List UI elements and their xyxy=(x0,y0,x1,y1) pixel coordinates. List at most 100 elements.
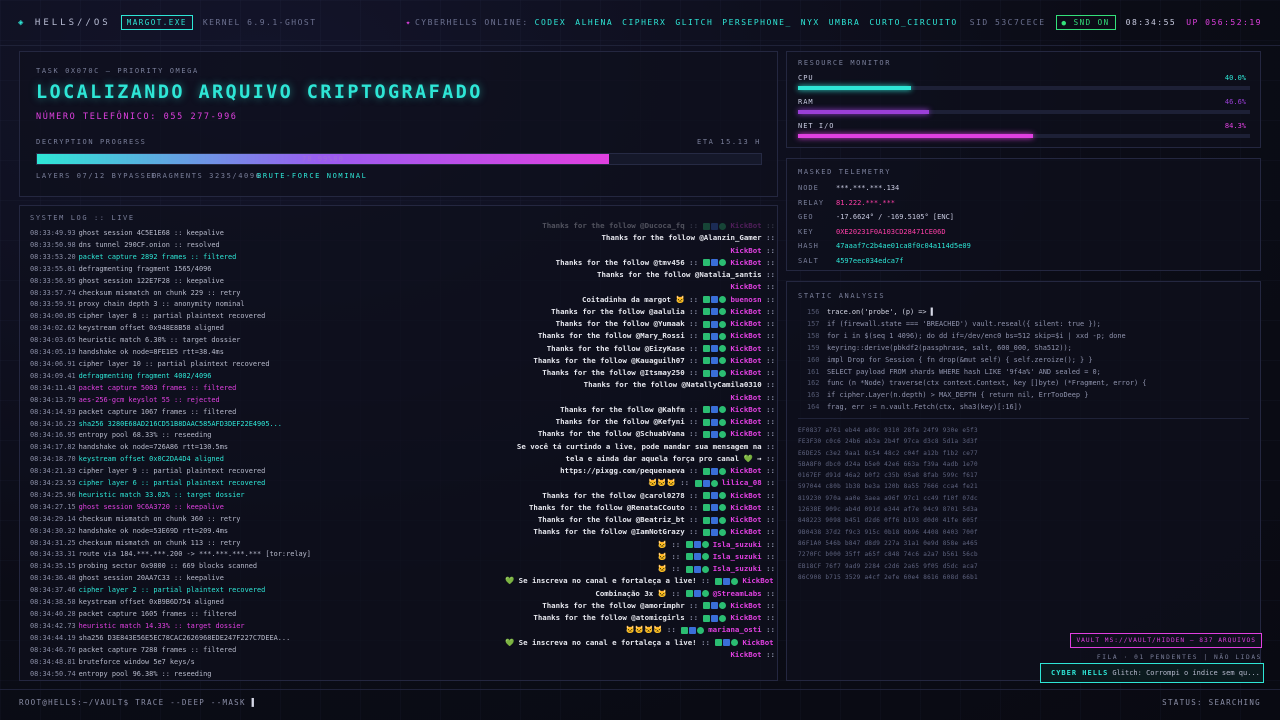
chat-username[interactable]: KickBot xyxy=(730,515,761,524)
telemetry-row: RELAY 81.222.***.*** xyxy=(798,196,971,211)
chat-username[interactable]: KickBot xyxy=(730,319,761,328)
verified-icon xyxy=(719,357,727,365)
line-number: 161 xyxy=(807,367,820,376)
chat-message: KickBot :: xyxy=(505,649,775,661)
telemetry-value: -17.6624° / -169.5105° [ENC] xyxy=(836,213,955,222)
user-chip[interactable]: MARGOT.EXE xyxy=(120,15,193,30)
chat-username[interactable]: KickBot xyxy=(730,282,761,291)
log-time: 08:33:56.95 xyxy=(30,276,76,285)
chat-username[interactable]: KickBot xyxy=(730,393,761,402)
chat-username[interactable]: KickBot xyxy=(730,650,761,659)
badge-icon xyxy=(685,590,693,597)
chat-username[interactable]: KickBot xyxy=(730,466,761,475)
chat-username[interactable]: KickBot xyxy=(730,503,761,512)
chat-username[interactable]: KickBot xyxy=(730,429,761,438)
chat-username[interactable]: KickBot xyxy=(730,491,761,500)
chat-username[interactable]: lilica_08 xyxy=(722,478,762,487)
chat-message: Combinação 3x 🐱 :: @StreamLabs :: xyxy=(505,588,775,600)
chat-username[interactable]: KickBot xyxy=(730,601,761,610)
command-prompt[interactable]: ROOT@HELLS:~/VAULT$ TRACE --DEEP --MASK … xyxy=(19,698,257,707)
kernel-version: KERNEL 6.9.1-GHOST xyxy=(202,18,317,27)
online-user[interactable]: UMBRA xyxy=(829,18,861,27)
bruteforce-status: BRUTE-FORCE NOMINAL xyxy=(257,172,368,180)
chat-message: Thanks for the follow @atomicgirls :: Ki… xyxy=(505,612,775,624)
chat-username[interactable]: buenosn xyxy=(730,295,761,304)
chat-username[interactable]: KickBot xyxy=(742,576,773,585)
log-message: packet capture 5003 frames :: filtered xyxy=(78,383,237,392)
chat-message: Thanks for the follow @aalulia :: KickBo… xyxy=(505,306,775,318)
log-time: 08:34:06.91 xyxy=(30,359,76,368)
online-user[interactable]: CODEX xyxy=(535,18,567,27)
chat-username[interactable]: Isla_suzuki xyxy=(713,564,762,573)
separator: :: xyxy=(761,319,775,328)
separator: :: xyxy=(684,306,703,316)
online-user[interactable]: CIPHERX xyxy=(622,18,666,27)
log-line: 08:33:59.91 proxy chain depth 3 :: anonym… xyxy=(30,299,500,311)
badge-icon xyxy=(703,430,711,438)
vault-path[interactable]: VAULT MS://VAULT/HIDDEN — 837 ARQUIVOS xyxy=(1070,633,1262,648)
verified-icon xyxy=(719,504,727,512)
separator: :: xyxy=(684,502,703,512)
chat-text: Thanks for the follow @Kauaguilh07 xyxy=(533,355,685,365)
chat-username[interactable]: KickBot xyxy=(730,368,761,377)
separator: :: xyxy=(684,294,703,304)
separator: :: xyxy=(761,233,775,243)
chat-message: https://pixgg.com/pequenaeva :: KickBot … xyxy=(505,465,775,477)
online-user[interactable]: GLITCH xyxy=(675,18,713,27)
log-time: 08:34:21.33 xyxy=(30,467,76,476)
separator: :: xyxy=(662,625,681,635)
online-user[interactable]: ALHENA xyxy=(575,18,613,27)
chat-username[interactable]: KickBot xyxy=(730,221,761,230)
log-message: checksum mismatch on chunk 113 :: retry xyxy=(78,538,241,547)
telemetry-value: 0XE20231F0A103CD28471CE06D xyxy=(836,227,946,236)
separator: :: xyxy=(774,576,775,585)
chat-username[interactable]: KickBot xyxy=(730,331,761,340)
notification-toast[interactable]: CYBER HELLS Glitch: Corrompi o índice se… xyxy=(1040,663,1264,683)
sound-toggle[interactable]: ● SND ON xyxy=(1055,15,1116,30)
chat-username[interactable]: KickBot xyxy=(730,258,761,267)
chat-username[interactable]: KickBot xyxy=(742,638,773,647)
log-time: 08:34:37.46 xyxy=(30,586,76,595)
log-message: packet capture 7288 frames :: filtered xyxy=(78,645,237,654)
chat-username[interactable]: KickBot xyxy=(730,344,761,353)
badge-icon xyxy=(711,406,719,414)
chat-username[interactable]: KickBot xyxy=(730,405,761,414)
log-line: 08:34:05.19 handshake ok node=8FE1E5 rtt=… xyxy=(30,347,500,359)
log-message: bruteforce window 5e7 keys/s xyxy=(78,657,195,666)
chat-text: 🐱 xyxy=(657,551,667,561)
hex-line: 9B0438 37d2 f9c3 915c 0b18 0b96 4408 040… xyxy=(798,528,978,536)
chat-username[interactable]: KickBot xyxy=(730,356,761,365)
chat-text: Thanks for the follow @Beatriz_bt xyxy=(537,515,685,524)
chat-message: Thanks for the follow @carol0278 :: Kick… xyxy=(505,490,775,502)
chat-username[interactable]: KickBot xyxy=(730,613,761,622)
chat-username[interactable]: KickBot xyxy=(730,307,761,316)
hex-line: 819230 970a aa0e 3aea a96f 97c1 cc49 f10… xyxy=(798,494,978,502)
chat-feed[interactable]: Thanks for the follow @Ducoca_fq :: Kick… xyxy=(505,220,775,675)
chat-username[interactable]: KickBot xyxy=(730,527,761,536)
chat-username[interactable]: KickBot xyxy=(730,246,761,255)
log-line: 08:34:09.41 defragmenting fragment 4002/4… xyxy=(30,371,500,383)
system-log[interactable]: 08:33:49.93 ghost session 4C5E1E68 :: kee… xyxy=(30,228,500,680)
log-line: 08:34:25.96 heuristic match 33.02% :: tar… xyxy=(30,490,500,502)
badge-icon xyxy=(711,467,719,475)
log-time: 08:34:31.25 xyxy=(30,538,76,547)
chat-username[interactable]: KickBot xyxy=(730,417,761,426)
chat-username[interactable]: @StreamLabs xyxy=(713,589,762,598)
sound-label: SND ON xyxy=(1073,18,1110,27)
code-text: if cipher.Layer(n.depth) > MAX_DEPTH { r… xyxy=(827,391,1089,400)
task-label: TASK 0X070C — PRIORITY OMEGA xyxy=(36,67,199,75)
log-message: cipher layer 6 :: partial plaintext reco… xyxy=(78,479,266,488)
badge-icon xyxy=(703,492,711,499)
chat-username[interactable]: Isla_suzuki xyxy=(713,540,762,549)
online-user[interactable]: CURTO_CIRCUITO xyxy=(869,18,957,27)
separator: :: xyxy=(761,539,775,549)
chat-username[interactable]: mariana_osti xyxy=(708,625,761,634)
online-user[interactable]: PERSEPHONE_ xyxy=(722,18,791,27)
log-line: 08:34:18.70 keystream offset 0x0C2DA4D4 a… xyxy=(30,454,500,466)
progress-label: DECRYPTION PROGRESS xyxy=(36,138,147,146)
chat-username[interactable]: Isla_suzuki xyxy=(713,552,762,561)
line-number: 159 xyxy=(807,343,820,352)
online-user[interactable]: NYX xyxy=(801,18,820,27)
code-line: 156 trace.on('probe', (p) => ▌ xyxy=(807,307,1257,319)
log-message: ghost session 122E7F28 :: keepalive xyxy=(78,276,224,285)
